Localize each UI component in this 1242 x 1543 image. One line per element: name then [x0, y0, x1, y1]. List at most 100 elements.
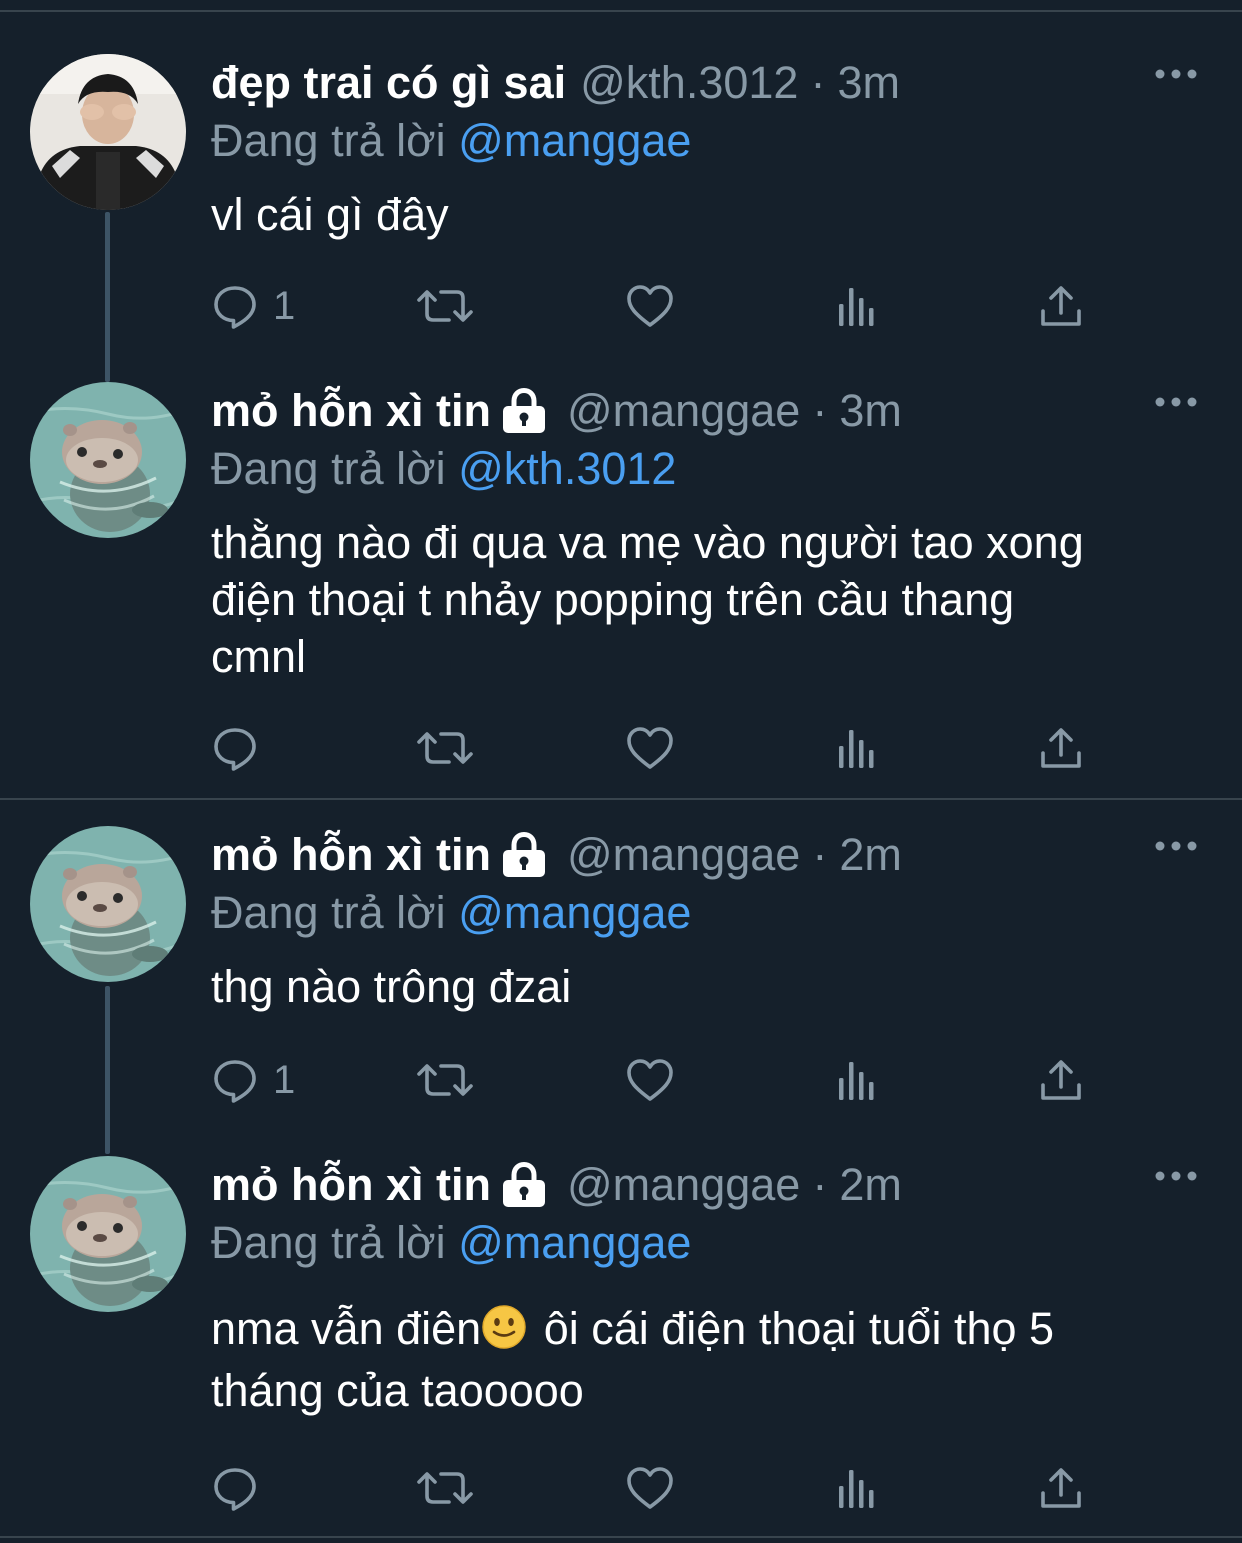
tweet-text: thằng nào đi qua va mẹ vào người tao xon… — [211, 514, 1212, 685]
reply-mention-link[interactable]: @kth.3012 — [458, 443, 676, 494]
share-button[interactable] — [1037, 718, 1085, 778]
separator-dot: · — [812, 829, 828, 880]
share-icon — [1037, 282, 1085, 330]
tweet-actions — [211, 718, 1111, 778]
reply-count: 1 — [273, 283, 296, 328]
tweet-actions: 1 — [211, 276, 1111, 336]
user-handle[interactable]: @manggae — [567, 826, 800, 884]
like-button[interactable] — [625, 276, 675, 336]
reply-count: 1 — [273, 1057, 296, 1102]
tweet-header: mỏ hỗn xì tin @manggae · 2m — [211, 826, 1212, 884]
display-name[interactable]: mỏ hỗn xì tin — [211, 1156, 491, 1214]
replying-to: Đang trả lời @manggae — [211, 112, 1212, 170]
reply-button[interactable]: 1 — [211, 1050, 295, 1110]
reply-mention-link[interactable]: @manggae — [458, 887, 691, 938]
tweet-actions — [211, 1458, 1111, 1518]
reply-mention-link[interactable]: @manggae — [458, 1217, 691, 1268]
retweet-button[interactable] — [415, 276, 475, 336]
tweet-text: vl cái gì đây — [211, 189, 449, 240]
display-name[interactable]: mỏ hỗn xì tin — [211, 382, 491, 440]
share-button[interactable] — [1037, 276, 1085, 336]
more-icon[interactable] — [1154, 836, 1198, 856]
tweet-text-segment: ôi cái điện thoại tuổi thọ 5 — [531, 1303, 1055, 1354]
tweet-text: thg nào trông đzai — [211, 961, 572, 1012]
retweet-icon — [415, 1464, 475, 1512]
tweet-text-line: tháng của taooooo — [211, 1365, 584, 1416]
lock-icon — [499, 832, 549, 878]
replying-to-label: Đang trả lời — [211, 1217, 446, 1268]
tweet-text-line: cmnl — [211, 631, 307, 682]
analytics-icon — [833, 1056, 881, 1104]
replying-to: Đang trả lời @manggae — [211, 884, 1212, 942]
otter-avatar — [30, 382, 186, 538]
tweet-text-segment: nma vẫn điên — [211, 1303, 482, 1354]
timestamp[interactable]: 3m — [837, 54, 900, 112]
analytics-button[interactable] — [833, 276, 881, 336]
tweet-text-line: nma vẫn điên ôi cái điện thoại tuổi thọ … — [211, 1298, 1212, 1360]
analytics-button[interactable] — [833, 1050, 881, 1110]
replying-to-label: Đang trả lời — [211, 887, 446, 938]
tweet-content: mỏ hỗn xì tin @manggae · 2m Đang trả lời… — [211, 826, 1212, 1015]
retweet-button[interactable] — [415, 718, 475, 778]
display-name[interactable]: mỏ hỗn xì tin — [211, 826, 491, 884]
tweet-header: mỏ hỗn xì tin @manggae · 3m — [211, 382, 1212, 440]
reply-icon — [211, 1056, 259, 1104]
display-name[interactable]: đẹp trai có gì sai — [211, 54, 566, 112]
reply-button[interactable] — [211, 718, 259, 778]
like-icon — [625, 724, 675, 772]
lock-icon — [499, 1162, 549, 1208]
avatar[interactable] — [30, 1156, 186, 1312]
reply-button[interactable]: 1 — [211, 276, 295, 336]
tweet-content: mỏ hỗn xì tin @manggae · 2m Đang trả lời… — [211, 1156, 1212, 1422]
tweet-divider — [0, 798, 1242, 800]
top-divider — [0, 10, 1242, 12]
replying-to: Đang trả lời @kth.3012 — [211, 440, 1212, 498]
user-handle[interactable]: @kth.3012 — [580, 54, 798, 112]
like-button[interactable] — [625, 1458, 675, 1518]
timestamp[interactable]: 2m — [839, 826, 902, 884]
lock-icon — [499, 388, 549, 434]
timestamp[interactable]: 3m — [839, 382, 902, 440]
analytics-icon — [833, 1464, 881, 1512]
share-button[interactable] — [1037, 1458, 1085, 1518]
separator-dot: · — [810, 57, 826, 108]
reply-button[interactable] — [211, 1458, 259, 1518]
avatar[interactable] — [30, 382, 186, 538]
reply-mention-link[interactable]: @manggae — [458, 115, 691, 166]
more-icon[interactable] — [1154, 64, 1198, 84]
like-button[interactable] — [625, 718, 675, 778]
more-icon[interactable] — [1154, 392, 1198, 412]
like-icon — [625, 282, 675, 330]
user-handle[interactable]: @manggae — [567, 1156, 800, 1214]
like-button[interactable] — [625, 1050, 675, 1110]
tweet-actions: 1 — [211, 1050, 1111, 1110]
timestamp[interactable]: 2m — [839, 1156, 902, 1214]
retweet-button[interactable] — [415, 1458, 475, 1518]
analytics-button[interactable] — [833, 1458, 881, 1518]
thread-connector-line — [105, 212, 110, 382]
retweet-icon — [415, 1056, 475, 1104]
reply-icon — [211, 1464, 259, 1512]
like-icon — [625, 1056, 675, 1104]
analytics-button[interactable] — [833, 718, 881, 778]
tweet-header: mỏ hỗn xì tin @manggae · 2m — [211, 1156, 1212, 1214]
tweet-text-line: điện thoại t nhảy popping trên cầu thang — [211, 574, 1015, 625]
tweet-text-line: thằng nào đi qua va mẹ vào người tao xon… — [211, 517, 1084, 568]
avatar[interactable] — [30, 826, 186, 982]
analytics-icon — [833, 724, 881, 772]
replying-to: Đang trả lời @manggae — [211, 1214, 1212, 1272]
analytics-icon — [833, 282, 881, 330]
person-photo-avatar — [30, 54, 186, 210]
share-icon — [1037, 1056, 1085, 1104]
share-icon — [1037, 724, 1085, 772]
user-handle[interactable]: @manggae — [567, 382, 800, 440]
thread-connector-line — [105, 986, 110, 1154]
share-button[interactable] — [1037, 1050, 1085, 1110]
slightly-smiling-face-icon — [481, 1304, 527, 1350]
tweet-content: đẹp trai có gì sai @kth.3012 · 3m Đang t… — [211, 54, 1212, 243]
more-icon[interactable] — [1154, 1166, 1198, 1186]
avatar[interactable] — [30, 54, 186, 210]
retweet-button[interactable] — [415, 1050, 475, 1110]
share-icon — [1037, 1464, 1085, 1512]
replying-to-label: Đang trả lời — [211, 115, 446, 166]
